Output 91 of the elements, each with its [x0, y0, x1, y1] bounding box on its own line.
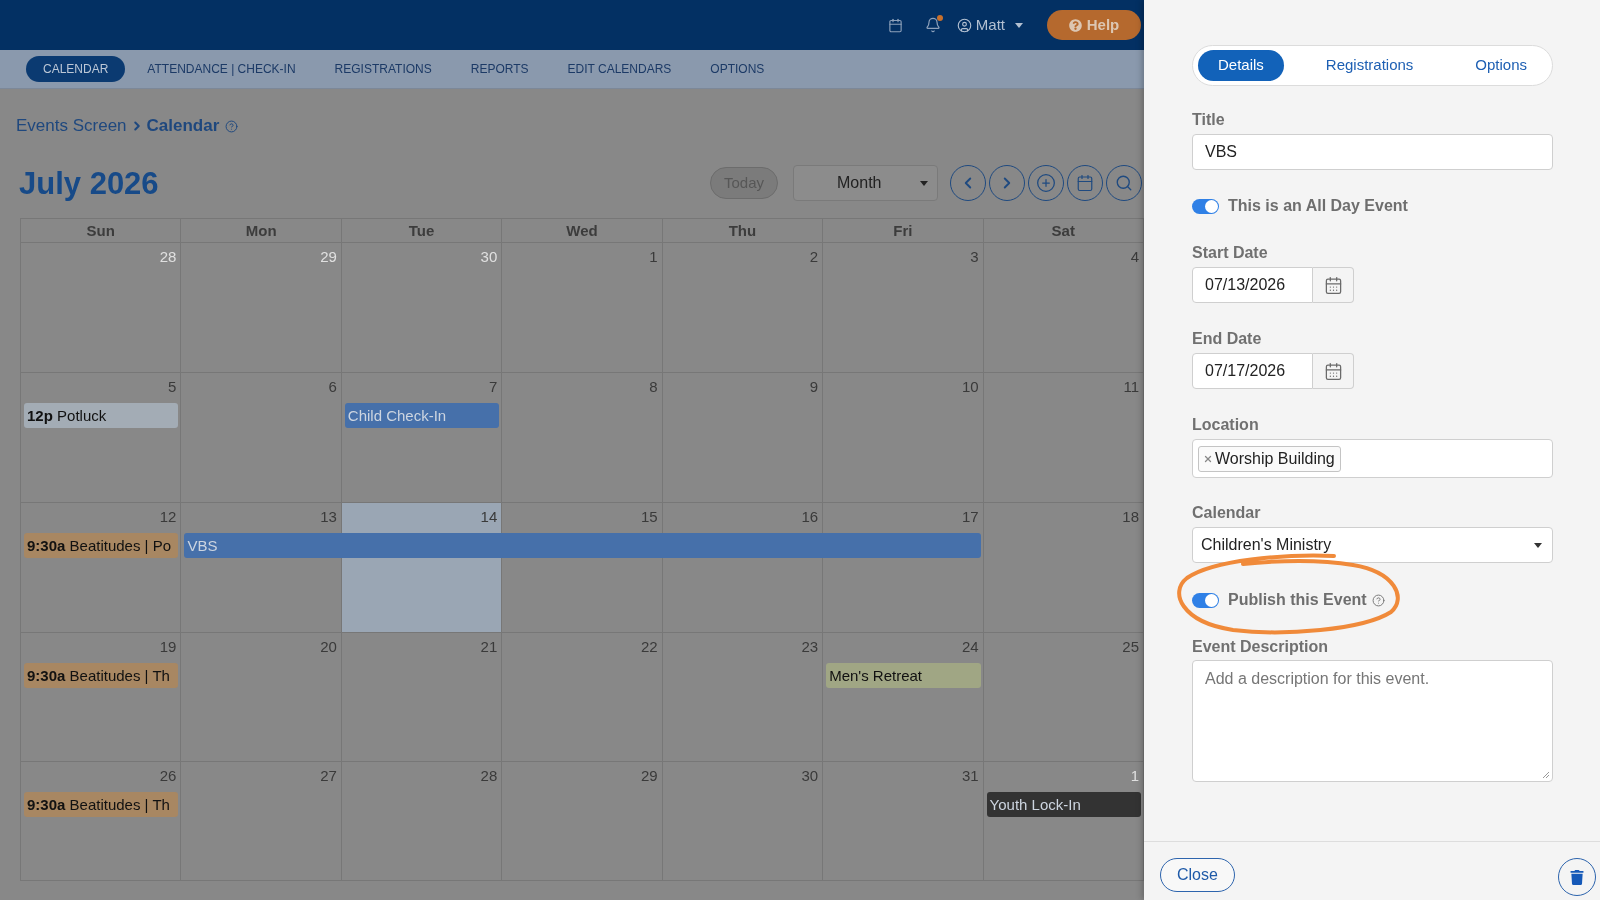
day-number: 9 — [809, 377, 819, 397]
day-number: 14 — [480, 507, 498, 527]
help-icon — [1068, 18, 1082, 32]
nav-tab[interactable]: EDIT CALENDARS — [550, 56, 689, 82]
field-label: End Date — [1192, 329, 1263, 349]
caret-icon — [1015, 22, 1023, 28]
trash-icon — [1570, 869, 1584, 885]
bell-icon[interactable] — [924, 17, 941, 33]
calendar-event[interactable]: VBS — [184, 533, 981, 558]
day-number: 15 — [641, 507, 658, 527]
user-menu[interactable]: Matt — [956, 13, 1023, 37]
nav-tab[interactable]: REPORTS — [453, 56, 546, 82]
month-title: July 2026 — [19, 167, 159, 199]
day-number: 17 — [961, 507, 979, 527]
field-label: Start Date — [1192, 243, 1269, 263]
description-field[interactable]: Add a description for this event. — [1192, 660, 1553, 782]
toggle-label: This is an All Day Event — [1228, 196, 1408, 216]
day-number: 23 — [801, 637, 819, 657]
day-number: 21 — [480, 637, 498, 657]
day-number: 26 — [159, 766, 177, 786]
caret-icon — [920, 180, 928, 186]
title-field[interactable]: VBS — [1192, 134, 1553, 170]
user-icon — [956, 17, 972, 33]
calendar-event[interactable]: Men's Retreat — [826, 663, 981, 688]
calendar-icon — [1076, 174, 1094, 192]
caret-icon — [1534, 542, 1542, 548]
day-number: 8 — [649, 377, 658, 397]
toggle-switch[interactable] — [1192, 198, 1219, 214]
plus-circle-icon — [1036, 173, 1056, 193]
field-label: Title — [1192, 110, 1226, 130]
day-number: 24 — [961, 637, 979, 657]
calendar-select[interactable]: Children's Ministry — [1192, 527, 1553, 563]
day-number: 30 — [480, 247, 498, 267]
calendar-event[interactable]: 12p Potluck — [24, 403, 179, 428]
date-field[interactable]: 07/17/2026 — [1192, 353, 1313, 389]
day-number: 11 — [1123, 377, 1139, 397]
resize-grip-icon[interactable] — [1542, 771, 1550, 779]
help-icon[interactable] — [1371, 593, 1385, 607]
calendar-event[interactable]: Child Check-In — [344, 403, 500, 428]
day-number: 10 — [961, 377, 979, 397]
day-number: 27 — [320, 766, 337, 786]
calendar-icon[interactable] — [887, 17, 903, 33]
day-number: 13 — [320, 507, 337, 527]
calendar-event[interactable]: 9:30a Beatitudes | Th — [24, 663, 179, 688]
day-number: 16 — [801, 507, 819, 527]
breadcrumb-current: Calendar — [146, 115, 220, 138]
day-number: 5 — [168, 377, 177, 397]
day-number: 1 — [649, 247, 658, 267]
help-icon[interactable] — [225, 119, 239, 133]
calendar-icon — [1323, 275, 1343, 295]
calendar-icon — [1323, 361, 1343, 381]
day-number: 1 — [1130, 766, 1139, 786]
day-number: 31 — [961, 766, 979, 786]
day-number: 25 — [1122, 637, 1139, 657]
nav-tab[interactable]: ATTENDANCE | CHECK-IN — [130, 56, 313, 82]
day-number: 29 — [320, 247, 337, 267]
nav-tab[interactable]: REGISTRATIONS — [317, 56, 449, 82]
location-field[interactable]: Worship Building — [1192, 439, 1553, 478]
location-tag[interactable]: Worship Building — [1198, 445, 1341, 472]
day-number: 6 — [328, 377, 337, 397]
close-icon[interactable] — [1203, 453, 1213, 464]
toggle-switch[interactable] — [1192, 592, 1219, 608]
day-number: 7 — [488, 377, 498, 397]
day-number: 4 — [1130, 247, 1139, 267]
day-number: 19 — [159, 637, 177, 657]
day-number: 28 — [159, 247, 177, 267]
close-button[interactable]: Close — [1160, 858, 1235, 892]
day-number: 20 — [320, 637, 337, 657]
panel-tab[interactable]: Options — [1455, 50, 1547, 81]
field-label: Event Description — [1192, 637, 1330, 657]
nav-tab[interactable]: OPTIONS — [693, 56, 782, 82]
day-number: 29 — [641, 766, 658, 786]
field-label: Location — [1192, 415, 1260, 435]
view-select[interactable]: Month — [793, 165, 938, 201]
toggle-label: Publish this Event — [1228, 590, 1367, 610]
calendar-event[interactable]: 9:30a Beatitudes | Po — [24, 533, 179, 558]
search-icon — [1115, 174, 1133, 192]
panel-tab[interactable]: Details — [1198, 50, 1284, 81]
day-number: 30 — [801, 766, 819, 786]
nav-tab[interactable]: CALENDAR — [26, 56, 126, 82]
calendar-event[interactable]: 9:30a Beatitudes | Th — [24, 792, 179, 817]
date-field[interactable]: 07/13/2026 — [1192, 267, 1313, 303]
panel-tab[interactable]: Registrations — [1305, 50, 1434, 81]
day-number: 18 — [1122, 507, 1139, 527]
day-number: 3 — [970, 247, 979, 267]
day-number: 28 — [480, 766, 498, 786]
day-number: 2 — [809, 247, 819, 267]
day-number: 22 — [641, 637, 658, 657]
day-number: 12 — [159, 507, 177, 527]
calendar-event[interactable]: Youth Lock-In — [986, 792, 1141, 817]
field-label: Calendar — [1192, 503, 1262, 523]
